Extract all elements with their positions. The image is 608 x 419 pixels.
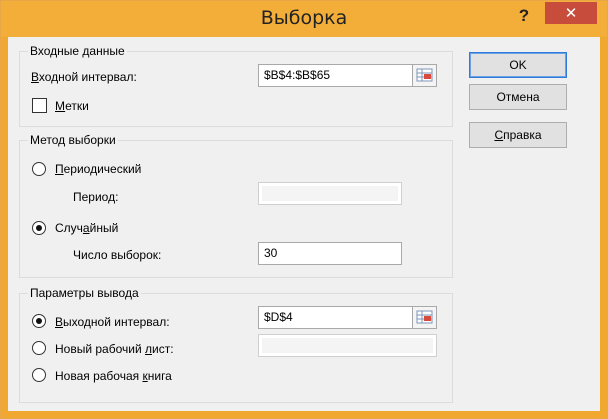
labels-label-hotkey: М [55, 99, 66, 113]
output-range-radio[interactable] [32, 314, 46, 328]
input-group: Входные данные Входной интервал: $B$4:$B… [19, 44, 453, 127]
new-workbook-label: Новая рабочая книга [55, 369, 172, 383]
new-sheet-label-post: ист: [152, 342, 174, 356]
new-sheet-label: Новый рабочий лист: [55, 342, 174, 356]
period-field-inner [262, 186, 398, 201]
help-button[interactable]: Справка [469, 122, 567, 148]
title-bar[interactable]: Выборка ? ✕ [1, 1, 607, 37]
output-range-picker-button[interactable] [412, 306, 437, 329]
input-group-legend: Входные данные [28, 44, 127, 58]
close-button[interactable]: ✕ [545, 2, 597, 24]
collapse-dialog-icon [416, 68, 433, 82]
new-workbook-radio[interactable] [32, 368, 46, 382]
random-radio-dot [36, 225, 42, 231]
input-range-label: Входной интервал: [31, 70, 137, 84]
output-options-group: Параметры вывода Выходной интервал: $D$4… [19, 286, 453, 403]
new-workbook-label-pre: Новая рабочая [55, 369, 143, 383]
period-field [258, 182, 402, 205]
sampling-method-group: Метод выборки Периодический Период: Случ… [19, 133, 453, 278]
period-label: Период: [73, 190, 119, 204]
collapse-dialog-icon [416, 310, 433, 324]
labels-label: Метки [55, 99, 89, 113]
new-sheet-field [258, 334, 437, 357]
new-sheet-label-pre: Новый рабочий [55, 342, 145, 356]
new-sheet-radio[interactable] [32, 341, 46, 355]
help-icon[interactable]: ? [513, 5, 535, 27]
random-label-post: йный [89, 221, 119, 235]
dialog-client-area: Входные данные Входной интервал: $B$4:$B… [8, 37, 600, 411]
periodic-label: Периодический [55, 162, 141, 176]
ok-button[interactable]: OK [469, 52, 567, 78]
samples-count-field[interactable]: 30 [258, 242, 402, 265]
periodic-label-hotkey: П [55, 162, 64, 176]
output-range-field[interactable]: $D$4 [258, 306, 413, 329]
random-label-pre: Случ [55, 221, 83, 235]
new-workbook-label-post: нига [147, 369, 172, 383]
output-range-label: Выходной интервал: [55, 315, 170, 329]
input-range-field[interactable]: $B$4:$B$65 [258, 64, 413, 87]
input-range-picker-button[interactable] [412, 64, 437, 87]
dialog-window: Выборка ? ✕ Входные данные Входной интер… [0, 0, 608, 419]
cancel-button[interactable]: Отмена [469, 84, 567, 110]
samples-count-label: Число выборок: [73, 248, 162, 262]
help-button-hotkey: С [494, 128, 504, 142]
output-range-label-text: ыходной интервал: [63, 315, 170, 329]
random-label-hotkey: а [82, 221, 90, 235]
help-button-text: правка [503, 128, 542, 142]
sampling-method-legend: Метод выборки [28, 133, 118, 147]
output-range-radio-dot [36, 318, 42, 324]
periodic-label-text: ериодический [63, 162, 142, 176]
labels-label-text: етки [65, 99, 89, 113]
input-range-label-text: ходной интервал: [38, 70, 137, 84]
new-sheet-label-hotkey: л [145, 342, 153, 356]
new-sheet-field-inner [262, 338, 433, 353]
random-label: Случайный [55, 221, 118, 235]
input-range-label-hotkey: В [31, 70, 39, 84]
random-radio[interactable] [32, 221, 46, 235]
output-options-legend: Параметры вывода [28, 286, 141, 300]
output-range-label-hotkey: В [55, 315, 64, 329]
periodic-radio[interactable] [32, 162, 46, 176]
labels-checkbox[interactable] [32, 98, 47, 113]
